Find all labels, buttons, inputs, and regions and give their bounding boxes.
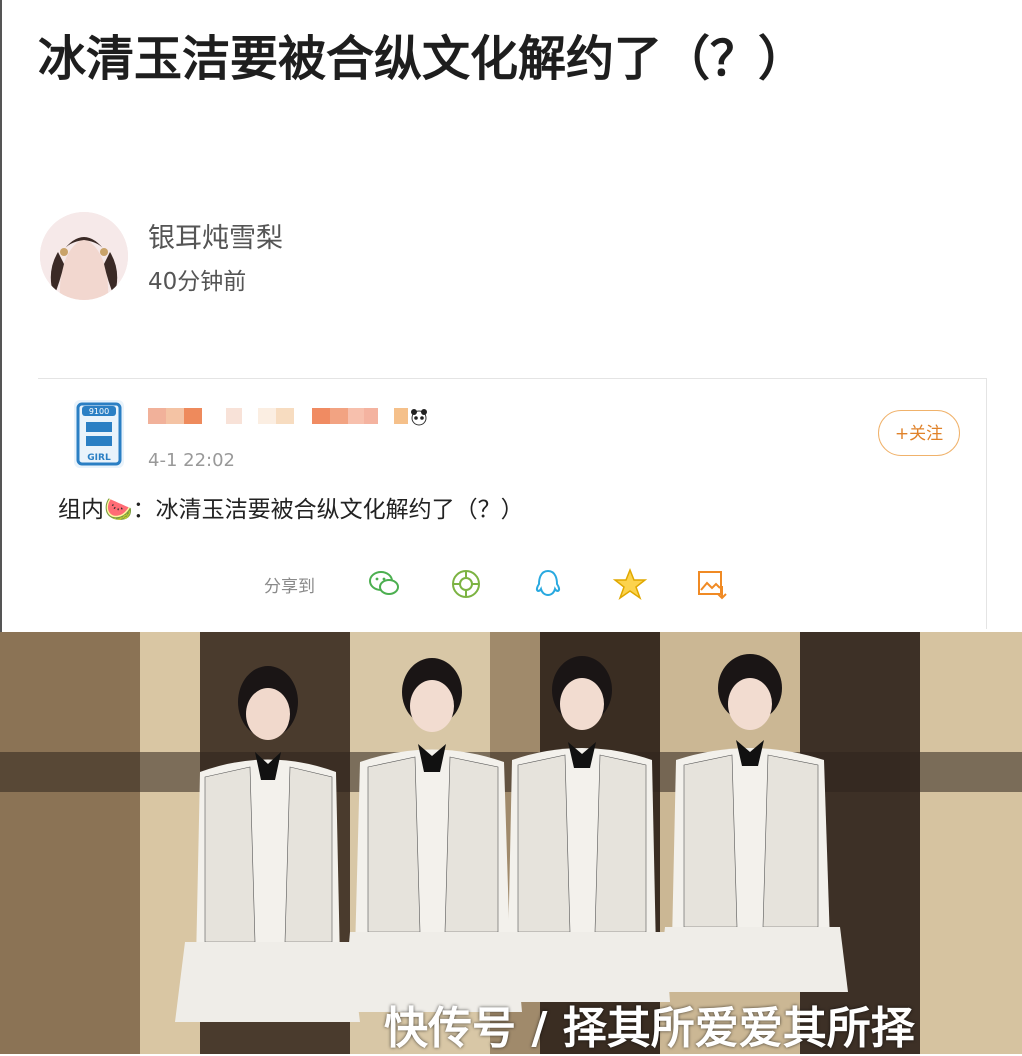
svg-text:9100: 9100 <box>89 407 109 416</box>
blurred-account-name <box>148 408 438 426</box>
watermark-text: 快传号 / 择其所爱爱其所择 <box>384 1003 915 1054</box>
share-label: 分享到 <box>264 577 315 597</box>
group-photo <box>0 632 1022 1054</box>
svg-text:GIRL: GIRL <box>87 453 111 463</box>
author-post-time: 40分钟前 <box>148 269 247 295</box>
article-title: 冰清玉洁要被合纵文化解约了（？） <box>38 31 807 87</box>
author-avatar[interactable] <box>40 212 128 300</box>
share-bar: 分享到 <box>264 566 764 602</box>
post-timestamp: 4-1 22:02 <box>148 450 235 471</box>
follow-button[interactable]: +关注 <box>878 410 960 456</box>
moments-icon[interactable] <box>448 566 484 602</box>
post-text: 组内🍉：冰清玉洁要被合纵文化解约了（？） <box>58 497 524 523</box>
wechat-icon[interactable] <box>366 566 402 602</box>
author-name[interactable]: 银耳炖雪梨 <box>148 216 283 255</box>
qq-icon[interactable] <box>530 566 566 602</box>
qzone-icon[interactable] <box>612 566 648 602</box>
account-avatar[interactable]: 9100 GIRL <box>70 398 128 470</box>
page-left-border <box>0 0 2 632</box>
panda-icon <box>411 409 427 426</box>
save-image-icon[interactable] <box>694 566 730 602</box>
